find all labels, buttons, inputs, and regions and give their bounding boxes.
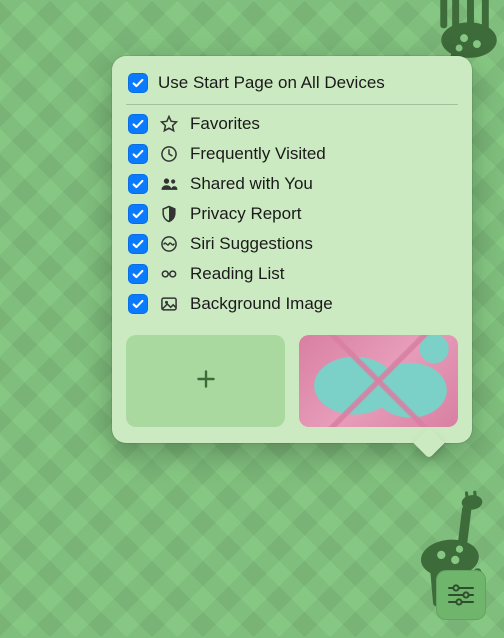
- background-thumbnail-butterfly[interactable]: [299, 335, 458, 427]
- background-image-row[interactable]: Background Image: [126, 289, 458, 319]
- shared-with-you-row[interactable]: Shared with You: [126, 169, 458, 199]
- header-label: Use Start Page on All Devices: [158, 73, 456, 93]
- people-icon: [158, 174, 180, 194]
- add-background-button[interactable]: [126, 335, 285, 427]
- shield-icon: [158, 204, 180, 224]
- customize-start-page-button[interactable]: [436, 570, 486, 620]
- star-icon: [158, 114, 180, 134]
- checkbox-checked[interactable]: [128, 114, 148, 134]
- row-label: Favorites: [190, 114, 456, 134]
- row-label: Shared with You: [190, 174, 456, 194]
- privacy-report-row[interactable]: Privacy Report: [126, 199, 458, 229]
- siri-icon: [158, 234, 180, 254]
- checkbox-checked[interactable]: [128, 144, 148, 164]
- plus-icon: [193, 366, 219, 397]
- row-label: Reading List: [190, 264, 456, 284]
- glasses-icon: [158, 264, 180, 284]
- checkbox-checked[interactable]: [128, 234, 148, 254]
- image-icon: [158, 294, 180, 314]
- row-label: Background Image: [190, 294, 456, 314]
- row-label: Siri Suggestions: [190, 234, 456, 254]
- checkbox-checked[interactable]: [128, 174, 148, 194]
- use-start-page-all-devices-row[interactable]: Use Start Page on All Devices: [126, 68, 458, 98]
- start-page-settings-popover: Use Start Page on All Devices Favorites …: [112, 56, 472, 443]
- row-label: Privacy Report: [190, 204, 456, 224]
- checkbox-checked[interactable]: [128, 204, 148, 224]
- checkbox-checked[interactable]: [128, 264, 148, 284]
- frequently-visited-row[interactable]: Frequently Visited: [126, 139, 458, 169]
- checkbox-checked[interactable]: [128, 73, 148, 93]
- sliders-icon: [446, 584, 476, 606]
- favorites-row[interactable]: Favorites: [126, 109, 458, 139]
- clock-icon: [158, 144, 180, 164]
- divider: [126, 104, 458, 105]
- background-thumbnails: [126, 335, 458, 427]
- siri-suggestions-row[interactable]: Siri Suggestions: [126, 229, 458, 259]
- row-label: Frequently Visited: [190, 144, 456, 164]
- reading-list-row[interactable]: Reading List: [126, 259, 458, 289]
- checkbox-checked[interactable]: [128, 294, 148, 314]
